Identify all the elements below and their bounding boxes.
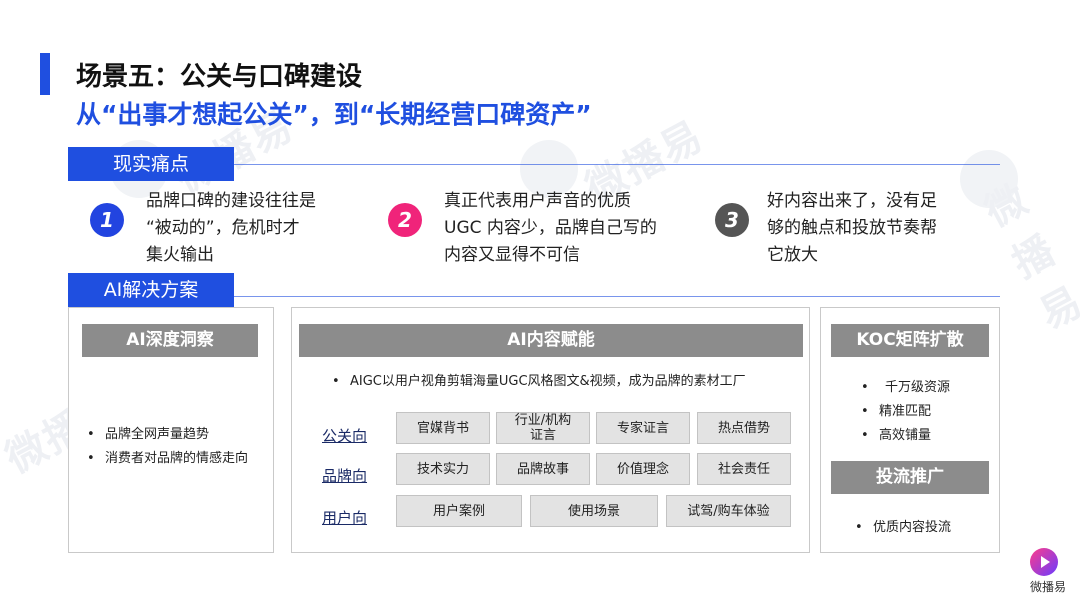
content-bullet-list: AIGC以用户视角剪辑海量UGC风格图文&视频，成为品牌的素材工厂 bbox=[328, 370, 746, 394]
pain-point-3: 3 好内容出来了，没有足 够的触点和投放节奏帮 它放大 bbox=[715, 188, 937, 269]
content-tag: 使用场景 bbox=[530, 495, 658, 527]
panel-title: KOC矩阵扩散 bbox=[831, 324, 989, 357]
pain-text: 好内容出来了，没有足 够的触点和投放节奏帮 它放大 bbox=[767, 191, 937, 265]
koc-sub-bullet-list: 优质内容投流 bbox=[851, 516, 951, 540]
list-item: 优质内容投流 bbox=[851, 516, 951, 540]
title-accent-bar bbox=[40, 53, 50, 95]
pain-point-2: 2 真正代表用户声音的优质 UGC 内容少，品牌自己写的 内容又显得不可信 bbox=[388, 188, 657, 269]
koc-bullet-list: 千万级资源 精准匹配 高效铺量 bbox=[857, 376, 950, 448]
brand-logo: 微播易 bbox=[1030, 548, 1067, 595]
content-tag: 专家证言 bbox=[596, 412, 690, 444]
list-item: 精准匹配 bbox=[857, 400, 950, 424]
panel-ai-content: AI内容赋能 AIGC以用户视角剪辑海量UGC风格图文&视频，成为品牌的素材工厂… bbox=[291, 307, 810, 553]
list-item: 消费者对品牌的情感走向 bbox=[83, 447, 248, 471]
content-tag: 用户案例 bbox=[396, 495, 522, 527]
panel-ai-insight: AI深度洞察 品牌全网声量趋势 消费者对品牌的情感走向 bbox=[68, 307, 274, 553]
content-tag: 价值理念 bbox=[596, 453, 690, 485]
section-tag-ai-solution: AI解决方案 bbox=[68, 273, 234, 307]
row-label-pr: 公关向 bbox=[322, 427, 368, 445]
page-title: 场景五：公关与口碑建设 bbox=[76, 62, 363, 92]
content-tag: 品牌故事 bbox=[496, 453, 590, 485]
play-icon bbox=[1030, 548, 1058, 576]
logo-text: 微播易 bbox=[1030, 580, 1067, 594]
panel-title: AI深度洞察 bbox=[82, 324, 258, 357]
page-subtitle: 从“出事才想起公关”，到“长期经营口碑资产” bbox=[76, 100, 592, 129]
content-tag: 社会责任 bbox=[697, 453, 791, 485]
pain-number-badge: 2 bbox=[388, 203, 422, 237]
content-tag: 试驾/购车体验 bbox=[666, 495, 791, 527]
section-divider bbox=[234, 164, 1000, 165]
pain-text: 品牌口碑的建设往往是 “被动的”，危机时才 集火输出 bbox=[146, 191, 316, 265]
list-item: AIGC以用户视角剪辑海量UGC风格图文&视频，成为品牌的素材工厂 bbox=[328, 370, 746, 394]
list-item: 千万级资源 bbox=[857, 376, 950, 400]
panel-subtitle: 投流推广 bbox=[831, 461, 989, 494]
pain-text: 真正代表用户声音的优质 UGC 内容少，品牌自己写的 内容又显得不可信 bbox=[444, 191, 657, 265]
list-item: 品牌全网声量趋势 bbox=[83, 423, 248, 447]
panel-title: AI内容赋能 bbox=[299, 324, 803, 357]
row-label-user: 用户向 bbox=[322, 509, 368, 527]
content-tag: 官媒背书 bbox=[396, 412, 490, 444]
content-tag: 技术实力 bbox=[396, 453, 490, 485]
pain-point-1: 1 品牌口碑的建设往往是 “被动的”，危机时才 集火输出 bbox=[90, 188, 316, 269]
pain-number-badge: 3 bbox=[715, 203, 749, 237]
content-tag: 行业/机构 证言 bbox=[496, 412, 590, 444]
insight-bullet-list: 品牌全网声量趋势 消费者对品牌的情感走向 bbox=[83, 423, 248, 471]
section-tag-pain-points: 现实痛点 bbox=[68, 147, 234, 181]
list-item: 高效铺量 bbox=[857, 424, 950, 448]
panel-koc: KOC矩阵扩散 千万级资源 精准匹配 高效铺量 投流推广 优质内容投流 bbox=[820, 307, 1000, 553]
content-tag: 热点借势 bbox=[697, 412, 791, 444]
pain-number-badge: 1 bbox=[90, 203, 124, 237]
section-divider bbox=[234, 296, 1000, 297]
row-label-brand: 品牌向 bbox=[322, 467, 368, 485]
